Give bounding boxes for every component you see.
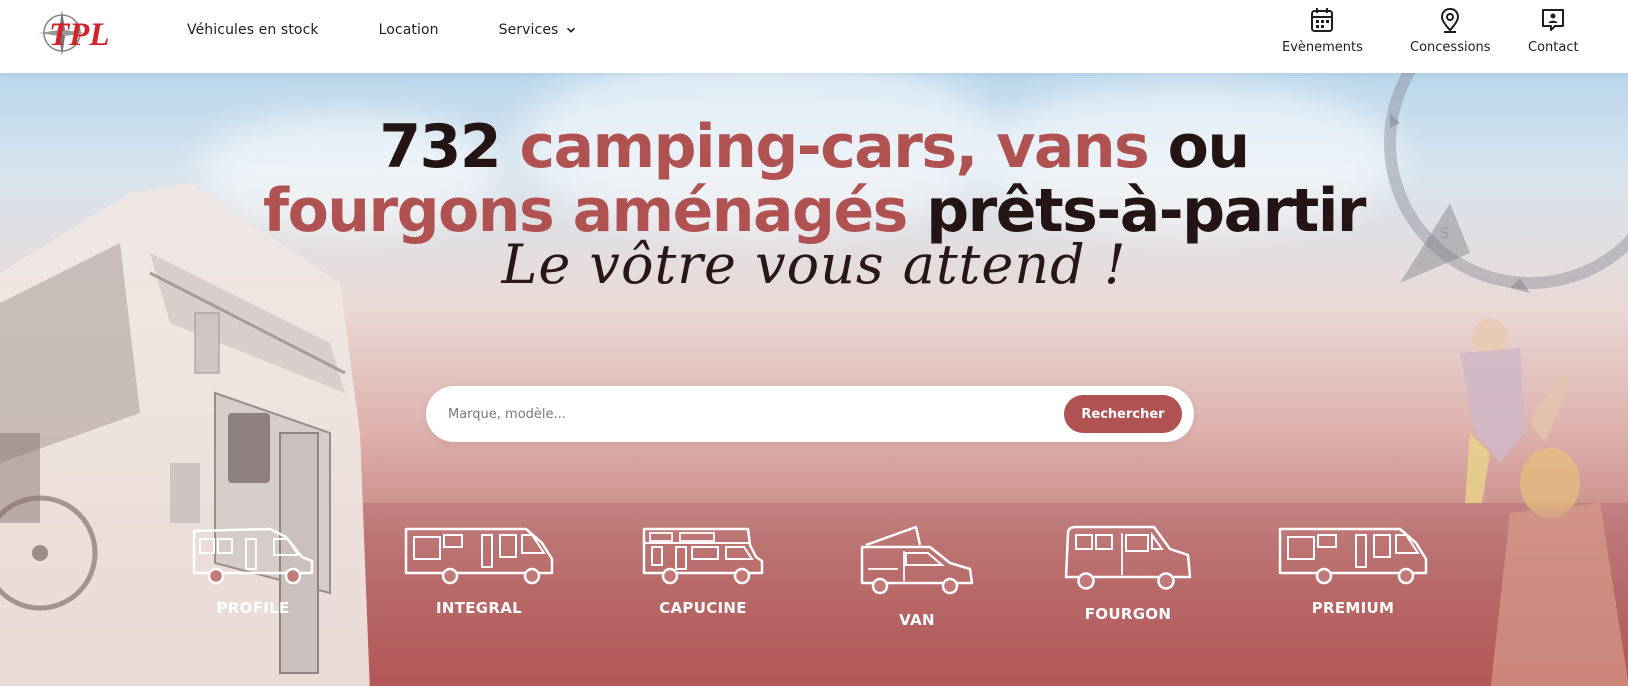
category-integral[interactable]: INTEGRAL [402, 525, 556, 617]
main-nav: Véhicules en stock Location Services [187, 22, 636, 38]
headline-accent-1: camping-cars, vans [519, 112, 1150, 182]
category-profile[interactable]: PROFILE [190, 525, 316, 617]
site-header: TPL Véhicules en stock Location Services… [0, 0, 1628, 73]
nav-location[interactable]: Location [379, 22, 439, 38]
nav-vehicules-en-stock[interactable]: Véhicules en stock [187, 22, 319, 38]
hero-headline: 732 camping-cars, vans ou fourgons aména… [0, 115, 1628, 243]
nav-label: Services [498, 22, 559, 38]
category-van[interactable]: VAN [858, 525, 976, 629]
category-label: VAN [899, 611, 935, 629]
tpl-logo[interactable]: TPL [38, 8, 134, 58]
premium-vehicle-icon [1278, 527, 1428, 585]
contact-card-icon [1542, 9, 1565, 31]
van-vehicle-icon [860, 525, 974, 595]
svg-text:TPL: TPL [49, 17, 109, 53]
profile-vehicle-icon [192, 527, 314, 585]
category-fourgon[interactable]: FOURGON [1062, 525, 1194, 623]
nav-label: Véhicules en stock [187, 22, 319, 38]
fourgon-vehicle-icon [1064, 525, 1192, 590]
category-capucine[interactable]: CAPUCINE [640, 525, 766, 617]
vehicle-count: 732 [379, 112, 501, 182]
utility-concessions[interactable]: Concessions [1410, 6, 1491, 55]
category-label: INTEGRAL [435, 599, 523, 617]
search-button[interactable]: Rechercher [1064, 395, 1182, 433]
category-label: PROFILE [216, 599, 290, 617]
nav-label: Location [378, 22, 439, 38]
nav-services[interactable]: Services [499, 22, 577, 38]
headline-text-1: ou [1167, 112, 1250, 182]
hero-tagline: Le vôtre vous attend ! [501, 233, 1127, 296]
category-label: FOURGON [1084, 605, 1172, 623]
search-input[interactable] [448, 400, 1048, 428]
utility-label: Evènements [1282, 40, 1363, 55]
utility-label: Concessions [1410, 40, 1491, 55]
utility-label: Contact [1528, 40, 1579, 55]
category-premium[interactable]: PREMIUM [1276, 525, 1430, 617]
hero-section: S 732 camping-cars, vans ou fourgons amé… [0, 73, 1628, 686]
calendar-icon [1311, 8, 1334, 32]
family-photo [1460, 318, 1628, 686]
integral-vehicle-icon [404, 527, 554, 585]
headline-line-1: 732 camping-cars, vans ou [0, 115, 1628, 179]
utility-evenements[interactable]: Evènements [1282, 6, 1363, 55]
category-label: PREMIUM [1311, 599, 1395, 617]
chevron-down-icon [567, 27, 576, 33]
category-label: CAPUCINE [659, 599, 747, 617]
location-pin-icon [1441, 7, 1460, 33]
search-bar: Rechercher [426, 386, 1194, 442]
capucine-vehicle-icon [642, 527, 764, 585]
utility-contact[interactable]: Contact [1528, 6, 1579, 55]
